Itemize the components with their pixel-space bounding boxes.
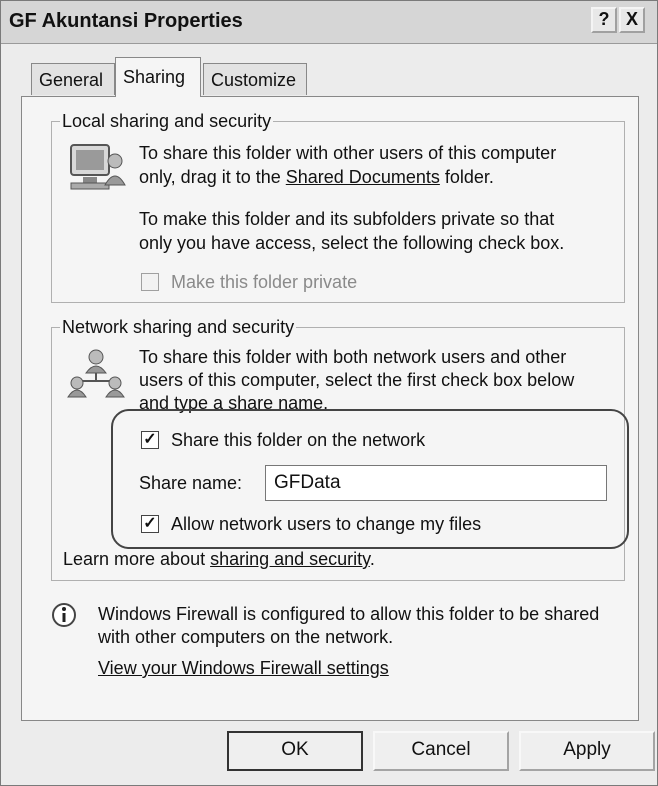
help-button[interactable]: ? xyxy=(591,7,617,33)
private-text-line2: only you have access, select the followi… xyxy=(139,233,565,253)
allow-change-checkbox[interactable]: ✓ xyxy=(141,515,159,533)
tab-customize[interactable]: Customize xyxy=(203,63,307,95)
network-icon xyxy=(67,349,125,398)
close-button[interactable]: X xyxy=(619,7,645,33)
sharing-security-link[interactable]: sharing and security xyxy=(210,549,370,569)
learn-more-suffix: . xyxy=(369,549,375,569)
share-name-input[interactable]: GFData xyxy=(265,465,607,501)
computer-users-icon xyxy=(70,144,126,190)
learn-more-prefix: Learn more about xyxy=(63,549,211,569)
share-folder-label: Share this folder on the network xyxy=(171,430,426,450)
share-name-label: Share name: xyxy=(139,473,243,493)
ok-button[interactable]: OK xyxy=(227,731,363,771)
network-sharing-legend: Network sharing and security xyxy=(62,317,295,337)
local-sharing-legend: Local sharing and security xyxy=(62,111,272,131)
window-title: GF Akuntansi Properties xyxy=(9,10,243,32)
network-text-line1: To share this folder with both network u… xyxy=(139,347,567,367)
share-folder-checkbox[interactable]: ✓ xyxy=(141,431,159,449)
tab-general[interactable]: General xyxy=(31,63,115,95)
make-private-label: Make this folder private xyxy=(171,272,358,292)
local-text-suffix: folder. xyxy=(439,167,494,187)
firewall-text-line2: with other computers on the network. xyxy=(98,627,394,647)
shared-documents-link[interactable]: Shared Documents xyxy=(286,167,440,187)
tab-sharing[interactable]: Sharing xyxy=(115,57,201,97)
title-bar: GF Akuntansi Properties ? X xyxy=(1,1,657,44)
learn-more-line: Learn more about sharing and security. xyxy=(63,547,375,571)
apply-button[interactable]: Apply xyxy=(519,731,655,771)
info-icon xyxy=(52,603,76,627)
network-text-line2: users of this computer, select the first… xyxy=(139,370,575,390)
firewall-text-line1: Windows Firewall is configured to allow … xyxy=(98,604,600,624)
private-text-line1: To make this folder and its subfolders p… xyxy=(139,209,555,229)
cancel-button[interactable]: Cancel xyxy=(373,731,509,771)
allow-change-label: Allow network users to change my files xyxy=(171,514,482,534)
local-sharing-text-line1: To share this folder with other users of… xyxy=(139,143,557,163)
local-sharing-text-line2: only, drag it to the Shared Documents fo… xyxy=(139,165,494,189)
make-private-checkbox[interactable] xyxy=(141,273,159,291)
local-text-prefix: only, drag it to the xyxy=(139,167,286,187)
properties-dialog: GF Akuntansi Properties ? X General Shar… xyxy=(0,0,658,786)
firewall-settings-link[interactable]: View your Windows Firewall settings xyxy=(98,656,389,680)
